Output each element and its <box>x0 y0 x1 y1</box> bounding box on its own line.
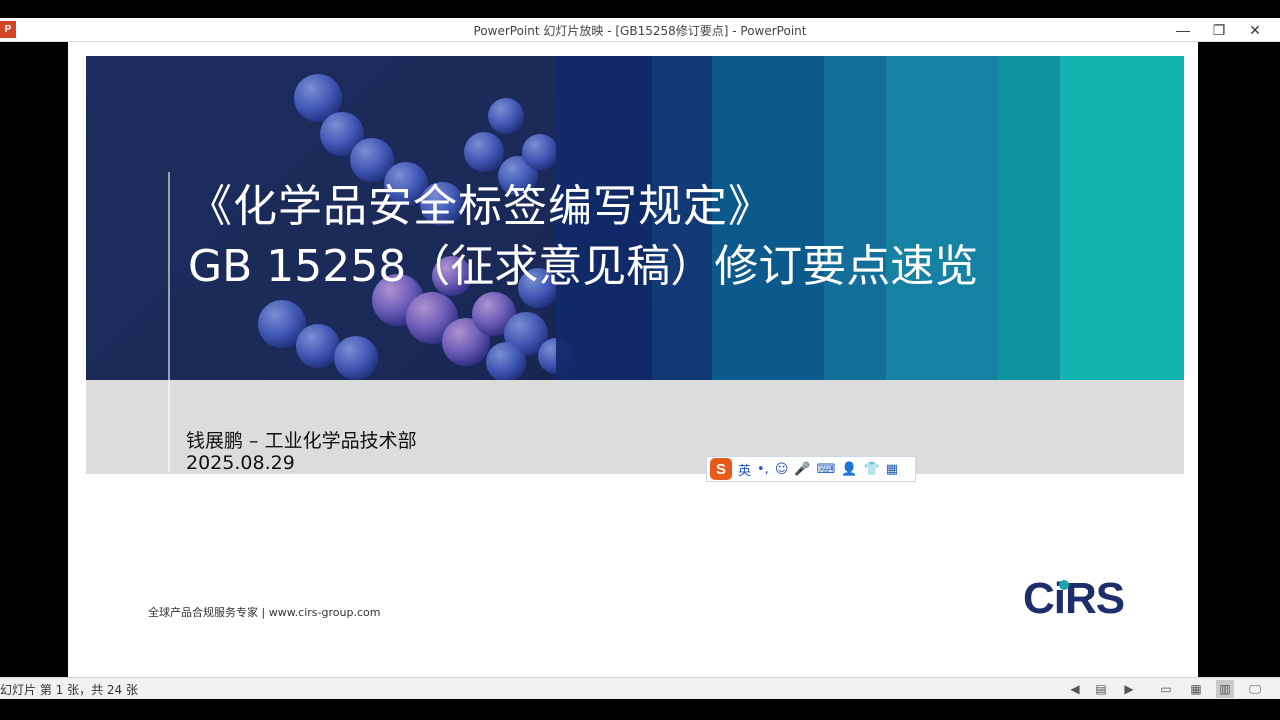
ime-toolbar[interactable]: S 英 •, ☺ 🎤 ⌨ 👤 👕 ▦ <box>706 456 916 482</box>
emoji-icon[interactable]: ☺ <box>775 462 789 477</box>
next-slide-icon[interactable]: ▶ <box>1120 680 1138 698</box>
logo-letter-c: C <box>1023 574 1055 623</box>
user-account-icon[interactable]: 👤 <box>841 462 857 477</box>
banner-stripe <box>998 56 1060 380</box>
banner-stripe <box>824 56 886 380</box>
normal-view-icon[interactable]: ▭ <box>1157 680 1175 698</box>
status-bar: 幻灯片 第 1 张，共 24 张 ◀ ▤ ▶ ▭ ▦ ▥ 🖵 <box>0 677 1280 699</box>
cirs-logo: Ci RS <box>1023 574 1125 624</box>
reading-view-icon[interactable]: ▥ <box>1216 680 1234 698</box>
slideshow-icon[interactable]: 🖵 <box>1246 680 1264 698</box>
voice-input-icon[interactable]: 🎤 <box>794 462 810 477</box>
keyboard-icon[interactable]: ⌨ <box>817 462 836 477</box>
ime-language-toggle[interactable]: 英 <box>738 460 751 479</box>
close-button[interactable]: ✕ <box>1240 20 1270 40</box>
presenter-name: 钱展鹏 – 工业化学品技术部 <box>186 430 417 452</box>
logo-letter-i: i <box>1054 574 1069 623</box>
logo-letters-rs: RS <box>1065 574 1125 623</box>
banner-stripe <box>886 56 998 380</box>
title-divider-line <box>168 172 170 472</box>
restore-button[interactable]: ❐ <box>1204 20 1234 40</box>
skin-icon[interactable]: 👕 <box>864 462 880 477</box>
slide-title-line1: 《化学品安全标签编写规定》 <box>188 181 773 232</box>
slide-footer: 全球产品合规服务专家 | www.cirs-group.com <box>148 606 381 619</box>
slide-sorter-icon[interactable]: ▦ <box>1187 680 1205 698</box>
minimize-button[interactable]: — <box>1168 20 1198 40</box>
slide-title-line2: GB 15258（征求意见稿）修订要点速览 <box>188 241 979 292</box>
banner-stripe <box>1060 56 1184 380</box>
presentation-date: 2025.08.29 <box>186 452 295 474</box>
slide-canvas[interactable]: 《化学品安全标签编写规定》 GB 15258（征求意见稿）修订要点速览 钱展鹏 … <box>68 42 1198 678</box>
sogou-ime-logo-icon[interactable]: S <box>710 458 732 480</box>
ime-punctuation-toggle[interactable]: •, <box>757 462 769 477</box>
toolbox-icon[interactable]: ▦ <box>886 462 898 477</box>
slide-menu-icon[interactable]: ▤ <box>1092 680 1110 698</box>
previous-slide-icon[interactable]: ◀ <box>1066 680 1084 698</box>
window-titlebar: P PowerPoint 幻灯片放映 - [GB15258修订要点] - Pow… <box>0 18 1280 42</box>
slide-counter: 幻灯片 第 1 张，共 24 张 <box>0 683 138 697</box>
window-title: PowerPoint 幻灯片放映 - [GB15258修订要点] - Power… <box>473 24 807 38</box>
logo-dot <box>1058 580 1069 590</box>
